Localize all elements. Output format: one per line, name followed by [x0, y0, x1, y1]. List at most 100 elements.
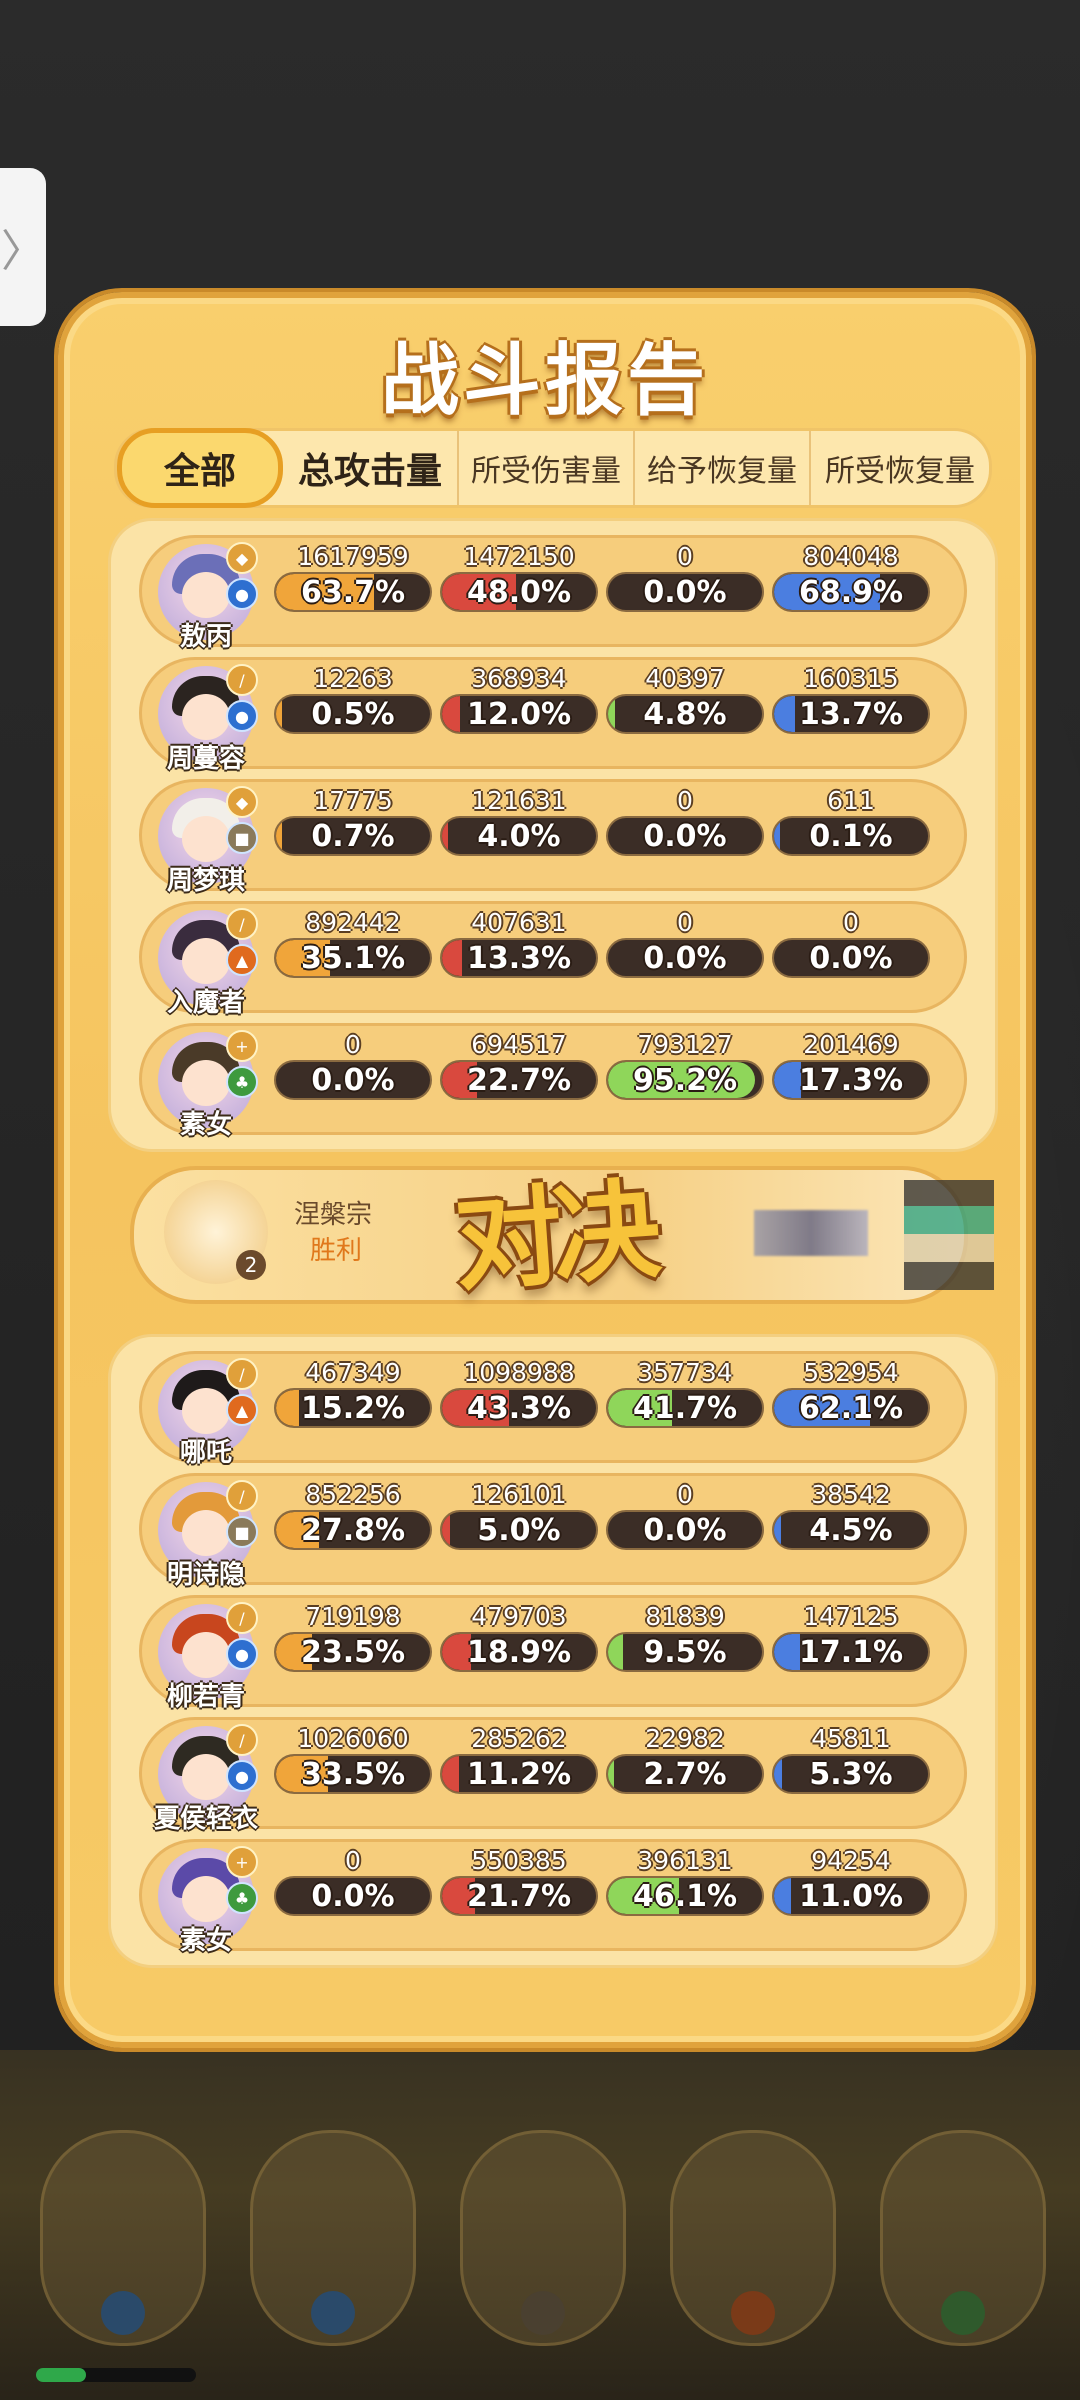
chevron-right-icon: 〉 — [1, 226, 45, 277]
opponent-avatar-blurred — [904, 1180, 994, 1290]
stat-value: 285262 — [471, 1724, 567, 1753]
stat-value: 201469 — [803, 1030, 899, 1059]
lineup-slot[interactable] — [880, 2130, 1046, 2346]
hero-stat-row[interactable]: ◆ ● 敖丙 1617959 63.7% 1472150 48.0% 0 0.0% 804048 6… — [139, 535, 967, 652]
stat-cell: 550385 21.7% — [440, 1846, 598, 1916]
rank-badge: 2 — [236, 1250, 266, 1280]
hero-stat-row[interactable]: / ■ 明诗隐 852256 27.8% 126101 5.0% 0 0.0% 38542 4.5% — [139, 1473, 967, 1590]
tab-heal-given[interactable]: 给予恢复量 — [635, 431, 811, 505]
stat-percent: 4.8% — [643, 696, 727, 732]
stat-bar: 0.0% — [606, 1510, 764, 1550]
lineup-slot[interactable] — [460, 2130, 626, 2346]
sword-icon: / — [226, 664, 258, 696]
stat-cell: 479703 18.9% — [440, 1602, 598, 1672]
stat-value: 532954 — [803, 1358, 899, 1387]
hero-stat-row[interactable]: / ▲ 入魔者 892442 35.1% 407631 13.3% 0 0.0% 0 0.0% — [139, 901, 967, 1018]
stat-bar: 0.0% — [606, 938, 764, 978]
stat-cell: 45811 5.3% — [772, 1724, 930, 1794]
stat-percent: 17.1% — [798, 1634, 904, 1670]
sword-icon: / — [226, 908, 258, 940]
stat-cell: 1617959 63.7% — [274, 542, 432, 612]
stat-cell: 0 0.0% — [274, 1030, 432, 1100]
stat-bar: 4.5% — [772, 1510, 930, 1550]
sword-icon: / — [226, 1724, 258, 1756]
stat-percent: 41.7% — [632, 1390, 738, 1426]
stat-percent: 63.7% — [300, 574, 406, 610]
water-icon: ● — [226, 700, 258, 732]
stat-cell: 81839 9.5% — [606, 1602, 764, 1672]
stat-value: 550385 — [471, 1846, 567, 1875]
lineup-slot[interactable] — [250, 2130, 416, 2346]
hero-stat-row[interactable]: / ● 周蔓容 12263 0.5% 368934 12.0% 40397 4.8% 160315… — [139, 657, 967, 774]
sword-icon: / — [226, 1358, 258, 1390]
stat-value: 0 — [345, 1846, 361, 1875]
progress-bar — [36, 2368, 196, 2382]
stat-percent: 33.5% — [300, 1756, 406, 1792]
stat-cell: 285262 11.2% — [440, 1724, 598, 1794]
stat-percent: 95.2% — [632, 1062, 738, 1098]
stat-bar: 5.0% — [440, 1510, 598, 1550]
stat-value: 852256 — [305, 1480, 401, 1509]
stat-value: 1617959 — [297, 542, 409, 571]
hero-stat-row[interactable]: + ♣ 素女 0 0.0% 550385 21.7% 396131 46.1% 94254 11.0… — [139, 1839, 967, 1956]
stat-cell: 0 0.0% — [772, 908, 930, 978]
tab-total-attack[interactable]: 总攻击量 — [283, 431, 459, 505]
sword-icon: / — [226, 1480, 258, 1512]
hero-name: 周蔓容 — [166, 744, 245, 774]
stat-cell: 12263 0.5% — [274, 664, 432, 734]
stat-value: 40397 — [645, 664, 725, 693]
hero-stat-row[interactable]: ◆ ■ 周梦琪 17775 0.7% 121631 4.0% 0 0.0% 611 0.1% — [139, 779, 967, 896]
stat-bar: 0.0% — [274, 1060, 432, 1100]
stat-bar: 9.5% — [606, 1632, 764, 1672]
stat-percent: 4.0% — [477, 818, 561, 854]
stat-bar: 95.2% — [606, 1060, 764, 1100]
stat-percent: 35.1% — [300, 940, 406, 976]
stat-cell: 1026060 33.5% — [274, 1724, 432, 1794]
stat-percent: 0.0% — [311, 1878, 395, 1914]
stat-bar: 62.1% — [772, 1388, 930, 1428]
stat-value: 368934 — [471, 664, 567, 693]
stat-cell: 40397 4.8% — [606, 664, 764, 734]
wood-icon: ♣ — [226, 1066, 258, 1098]
tab-all[interactable]: 全部 — [117, 428, 283, 508]
team-a-stats: ◆ ● 敖丙 1617959 63.7% 1472150 48.0% 0 0.0% 804048 6… — [108, 518, 998, 1152]
hero-stat-row[interactable]: / ● 夏侯轻衣 1026060 33.5% 285262 11.2% 22982 2.7% 45… — [139, 1717, 967, 1834]
stat-bar: 12.0% — [440, 694, 598, 734]
stat-bar: 17.1% — [772, 1632, 930, 1672]
heal-icon: + — [226, 1846, 258, 1878]
battle-result: 胜利 — [310, 1236, 363, 1266]
stat-percent: 46.1% — [632, 1878, 738, 1914]
sect-avatar: 2 — [164, 1180, 268, 1284]
stat-percent: 22.7% — [466, 1062, 572, 1098]
stat-percent: 13.3% — [466, 940, 572, 976]
lineup-slot[interactable] — [40, 2130, 206, 2346]
stat-bar: 4.8% — [606, 694, 764, 734]
stat-value: 1098988 — [463, 1358, 575, 1387]
hero-stat-row[interactable]: + ♣ 素女 0 0.0% 694517 22.7% 793127 95.2% 201469 17.… — [139, 1023, 967, 1140]
stat-value: 694517 — [471, 1030, 567, 1059]
panel-title: 战斗报告 — [380, 336, 709, 426]
stat-cell: 0 0.0% — [274, 1846, 432, 1916]
hero-stat-row[interactable]: / ▲ 哪吒 467349 15.2% 1098988 43.3% 357734 41.7% 53… — [139, 1351, 967, 1468]
sword-icon: / — [226, 1602, 258, 1634]
stat-value: 1472150 — [463, 542, 575, 571]
stat-bar: 27.8% — [274, 1510, 432, 1550]
stat-percent: 68.9% — [798, 574, 904, 610]
hero-face — [182, 694, 230, 740]
stat-value: 357734 — [637, 1358, 733, 1387]
stat-cell: 793127 95.2% — [606, 1030, 764, 1100]
tab-heal-received[interactable]: 所受恢复量 — [811, 431, 989, 505]
stat-bar: 11.2% — [440, 1754, 598, 1794]
hero-face — [182, 1632, 230, 1678]
hero-stat-row[interactable]: / ● 柳若青 719198 23.5% 479703 18.9% 81839 9.5% 1471… — [139, 1595, 967, 1712]
stat-value: 0 — [677, 908, 693, 937]
lineup-slot[interactable] — [670, 2130, 836, 2346]
stat-bar: 2.7% — [606, 1754, 764, 1794]
stat-percent: 0.7% — [311, 818, 395, 854]
stat-value: 0 — [677, 542, 693, 571]
side-expand-tab[interactable]: 〉 — [0, 168, 46, 326]
tab-damage-taken[interactable]: 所受伤害量 — [459, 431, 635, 505]
stat-cell: 38542 4.5% — [772, 1480, 930, 1550]
stat-cell: 17775 0.7% — [274, 786, 432, 856]
stat-cell: 94254 11.0% — [772, 1846, 930, 1916]
